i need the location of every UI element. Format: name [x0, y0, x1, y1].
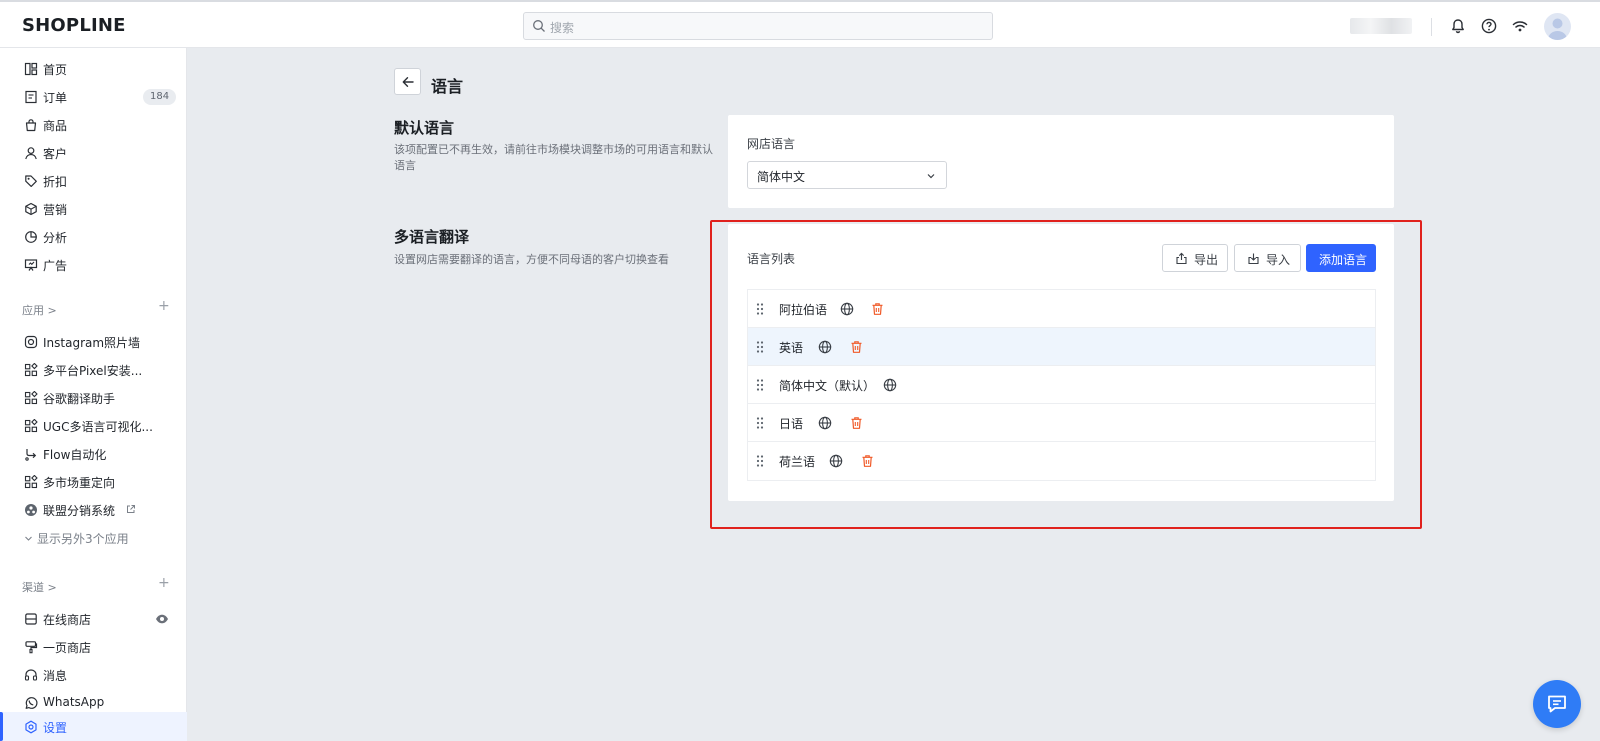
tag-icon: [25, 175, 37, 187]
home-icon: [24, 62, 38, 76]
sidebar-item-label: UGC多语言可视化...: [43, 420, 153, 434]
sidebar-item-label: 商品: [43, 119, 68, 133]
sidebar-app-affiliate[interactable]: 联盟分销系统: [0, 497, 187, 523]
sidebar-item-label: 客户: [43, 147, 68, 161]
order-icon: [25, 90, 37, 104]
sidebar-app-pixel[interactable]: 多平台Pixel安装...: [0, 357, 187, 383]
store-language-label: 网店语言: [747, 137, 796, 151]
wifi-icon[interactable]: [1511, 17, 1529, 35]
channels-section-title[interactable]: 渠道 >: [22, 579, 57, 595]
sidebar-item-label: 联盟分销系统: [43, 504, 116, 518]
back-button[interactable]: [394, 68, 421, 95]
user-icon: [25, 147, 37, 160]
sidebar-item-label: 设置: [43, 721, 68, 735]
external-link-icon: [127, 505, 135, 513]
show-more-apps[interactable]: 显示另外3个应用: [0, 525, 187, 551]
avatar-user-icon: [1547, 18, 1568, 40]
sidebar-item-home[interactable]: 首页: [0, 56, 187, 82]
sidebar-app-ugc[interactable]: UGC多语言可视化...: [0, 413, 187, 439]
chevron-down-icon: [25, 536, 32, 541]
sidebar-item-label: 折扣: [43, 175, 68, 189]
add-channel-plus-icon[interactable]: +: [158, 575, 170, 591]
instagram-icon: [24, 335, 38, 349]
message-icon: [24, 669, 38, 681]
sidebar-item-label: Flow自动化: [43, 448, 107, 462]
sidebar-item-ads[interactable]: 广告: [0, 252, 187, 278]
sidebar-app-google-translate[interactable]: 谷歌翻译助手: [0, 385, 187, 411]
sidebar-channel-messages[interactable]: 消息: [0, 662, 187, 688]
chat-support-button[interactable]: [1533, 680, 1581, 728]
top-bar: SHOPLINE 搜索: [0, 0, 1600, 48]
app-grid-icon: [24, 391, 38, 405]
sidebar-item-discounts[interactable]: 折扣: [0, 168, 187, 194]
eye-icon[interactable]: [155, 613, 169, 625]
sidebar-item-label: 多平台Pixel安装...: [43, 364, 143, 378]
sidebar-item-label: 一页商店: [43, 641, 92, 655]
whatsapp-icon: [25, 697, 38, 709]
app-grid-icon: [24, 363, 38, 377]
sidebar-item-orders[interactable]: 订单 184: [0, 84, 187, 110]
default-language-card: 网店语言 简体中文: [728, 115, 1394, 208]
affiliate-icon: [25, 504, 37, 516]
sidebar-item-marketing[interactable]: 营销: [0, 196, 187, 222]
settings-gear-icon: [25, 720, 37, 734]
sidebar-item-products[interactable]: 商品: [0, 112, 187, 138]
sidebar-app-flow[interactable]: Flow自动化: [0, 441, 187, 467]
sidebar-app-instagram[interactable]: Instagram照片墙: [0, 329, 187, 355]
sidebar-channel-one-page[interactable]: 一页商店: [0, 634, 187, 660]
flow-icon: [25, 449, 37, 461]
sidebar-item-analytics[interactable]: 分析: [0, 224, 187, 250]
chevron-down-icon: [927, 174, 935, 179]
sidebar-channel-online-store[interactable]: 在线商店: [0, 606, 187, 632]
sidebar-item-label: 消息: [43, 669, 68, 683]
ad-icon: [24, 259, 38, 271]
avatar[interactable]: [1544, 13, 1571, 40]
shopline-logo[interactable]: SHOPLINE: [22, 15, 126, 36]
sidebar-item-label: 分析: [43, 231, 68, 245]
sidebar-item-settings[interactable]: 设置: [0, 712, 187, 741]
sidebar-item-label: 营销: [43, 203, 68, 217]
search-icon: [533, 20, 545, 32]
sidebar-item-label: 广告: [43, 259, 68, 273]
chat-icon: [1548, 695, 1566, 713]
default-language-heading: 默认语言: [394, 119, 455, 137]
translation-description: 设置网店需要翻译的语言，方便不同母语的客户切换查看: [394, 253, 669, 266]
sidebar-item-label: 首页: [43, 63, 68, 77]
sidebar-item-label: 谷歌翻译助手: [43, 392, 116, 406]
blurred-store-name[interactable]: [1350, 18, 1412, 34]
sidebar-app-retarget[interactable]: 多市场重定向: [0, 469, 187, 495]
search-placeholder: 搜索: [550, 21, 575, 35]
annotation-highlight-box: [710, 220, 1422, 529]
page-title: 语言: [431, 77, 464, 96]
store-language-select[interactable]: 简体中文: [747, 161, 947, 189]
brush-icon: [25, 641, 38, 654]
sidebar-item-label: 订单: [43, 91, 68, 105]
help-icon[interactable]: [1480, 17, 1498, 35]
bell-icon[interactable]: [1449, 17, 1467, 35]
apps-section-title[interactable]: 应用 >: [22, 302, 57, 318]
box-icon: [25, 202, 37, 216]
topbar-divider: [1431, 18, 1432, 36]
default-language-description: 该项配置已不再生效，请前往市场模块调整市场的可用语言和默认语言: [394, 143, 713, 172]
translation-heading: 多语言翻译: [394, 228, 470, 246]
sidebar-item-label: Instagram照片墙: [43, 336, 141, 350]
orders-count-badge: 184: [143, 89, 177, 105]
add-app-plus-icon[interactable]: +: [158, 298, 170, 314]
show-more-label: 显示另外3个应用: [37, 532, 129, 546]
chart-icon: [25, 231, 37, 243]
sidebar-item-label: WhatsApp: [43, 695, 105, 709]
app-grid-icon: [24, 475, 38, 489]
store-language-value: 简体中文: [757, 170, 806, 184]
sidebar: 首页 订单 184 商品 客户 折扣 营销 分析 广告 应用 > + Insta…: [0, 48, 187, 741]
store-icon: [25, 613, 37, 625]
sidebar-item-customers[interactable]: 客户: [0, 140, 187, 166]
active-indicator: [0, 712, 3, 741]
app-grid-icon: [24, 419, 38, 433]
sidebar-item-label: 在线商店: [43, 613, 92, 627]
search-input[interactable]: 搜索: [523, 12, 993, 40]
sidebar-item-label: 多市场重定向: [43, 476, 116, 490]
arrow-left-icon: [402, 77, 414, 87]
bag-icon: [25, 119, 37, 132]
